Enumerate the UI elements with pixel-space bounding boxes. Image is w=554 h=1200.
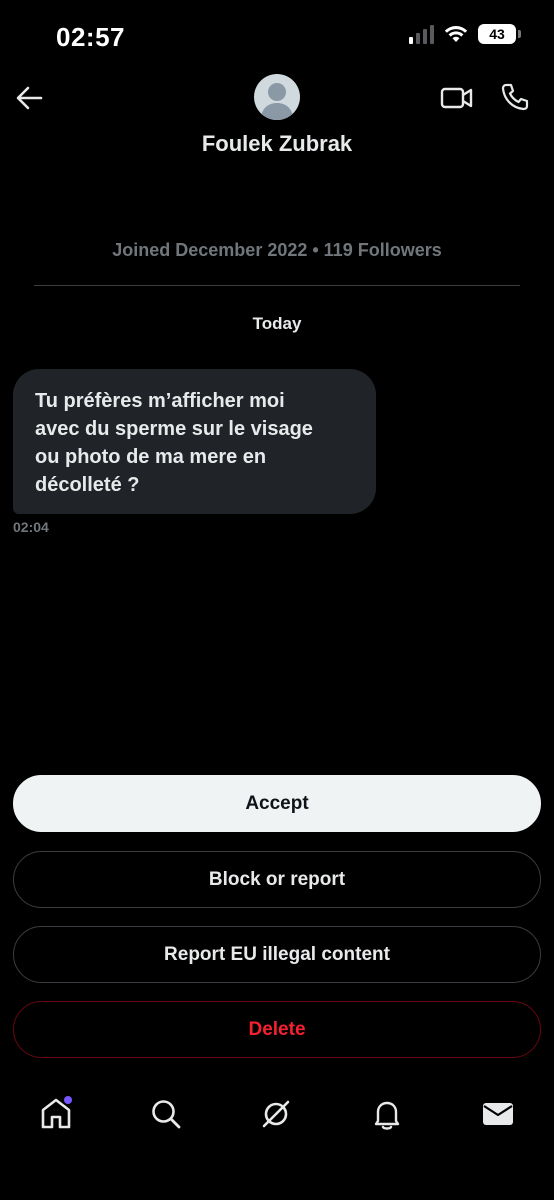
accept-button[interactable]: Accept: [13, 775, 541, 832]
voice-call-button[interactable]: [500, 82, 530, 112]
message-line: Tu préfères m’afficher moi: [35, 390, 285, 412]
profile-meta: Joined December 2022 • 119 Followers: [112, 240, 442, 260]
nav-grok[interactable]: [256, 1094, 296, 1134]
avatar[interactable]: [254, 74, 300, 120]
delete-button[interactable]: Delete: [13, 1001, 541, 1058]
arrow-left-icon: [16, 86, 43, 110]
divider: [34, 285, 520, 286]
notification-dot: [64, 1096, 72, 1104]
contact-name[interactable]: Foulek Zubrak: [0, 131, 554, 157]
report-eu-illegal-content-button[interactable]: Report EU illegal content: [13, 926, 541, 983]
message-timestamp: 02:04: [13, 519, 49, 535]
video-camera-icon: [440, 87, 473, 109]
envelope-icon: [483, 1103, 513, 1125]
day-separator: Today: [252, 314, 302, 333]
message-bubble[interactable]: Tu préfères m’afficher moi avec du sperm…: [13, 369, 376, 514]
message-line: avec du sperme sur le visage: [35, 418, 313, 440]
grok-icon: [262, 1100, 290, 1128]
video-call-button[interactable]: [440, 84, 474, 112]
wifi-icon: [444, 26, 468, 42]
battery-indicator: 43: [478, 24, 521, 44]
block-or-report-button[interactable]: Block or report: [13, 851, 541, 908]
nav-notifications[interactable]: [367, 1094, 407, 1134]
status-indicators: 43: [409, 24, 521, 44]
status-time: 02:57: [56, 22, 125, 52]
dm-request-screen: 02:57 43 Foulek Zubrak Joined December 2…: [0, 0, 554, 1200]
default-avatar-icon: [260, 83, 294, 120]
back-button[interactable]: [14, 84, 44, 112]
cellular-signal-icon: [409, 24, 434, 44]
nav-search[interactable]: [146, 1094, 186, 1134]
nav-home[interactable]: [36, 1094, 76, 1134]
message-line: ou photo de ma mere en: [35, 446, 267, 468]
search-icon: [152, 1100, 181, 1129]
phone-icon: [501, 83, 529, 111]
message-line: décolleté ?: [35, 474, 140, 496]
nav-messages[interactable]: [478, 1094, 518, 1134]
bell-icon: [374, 1101, 400, 1130]
